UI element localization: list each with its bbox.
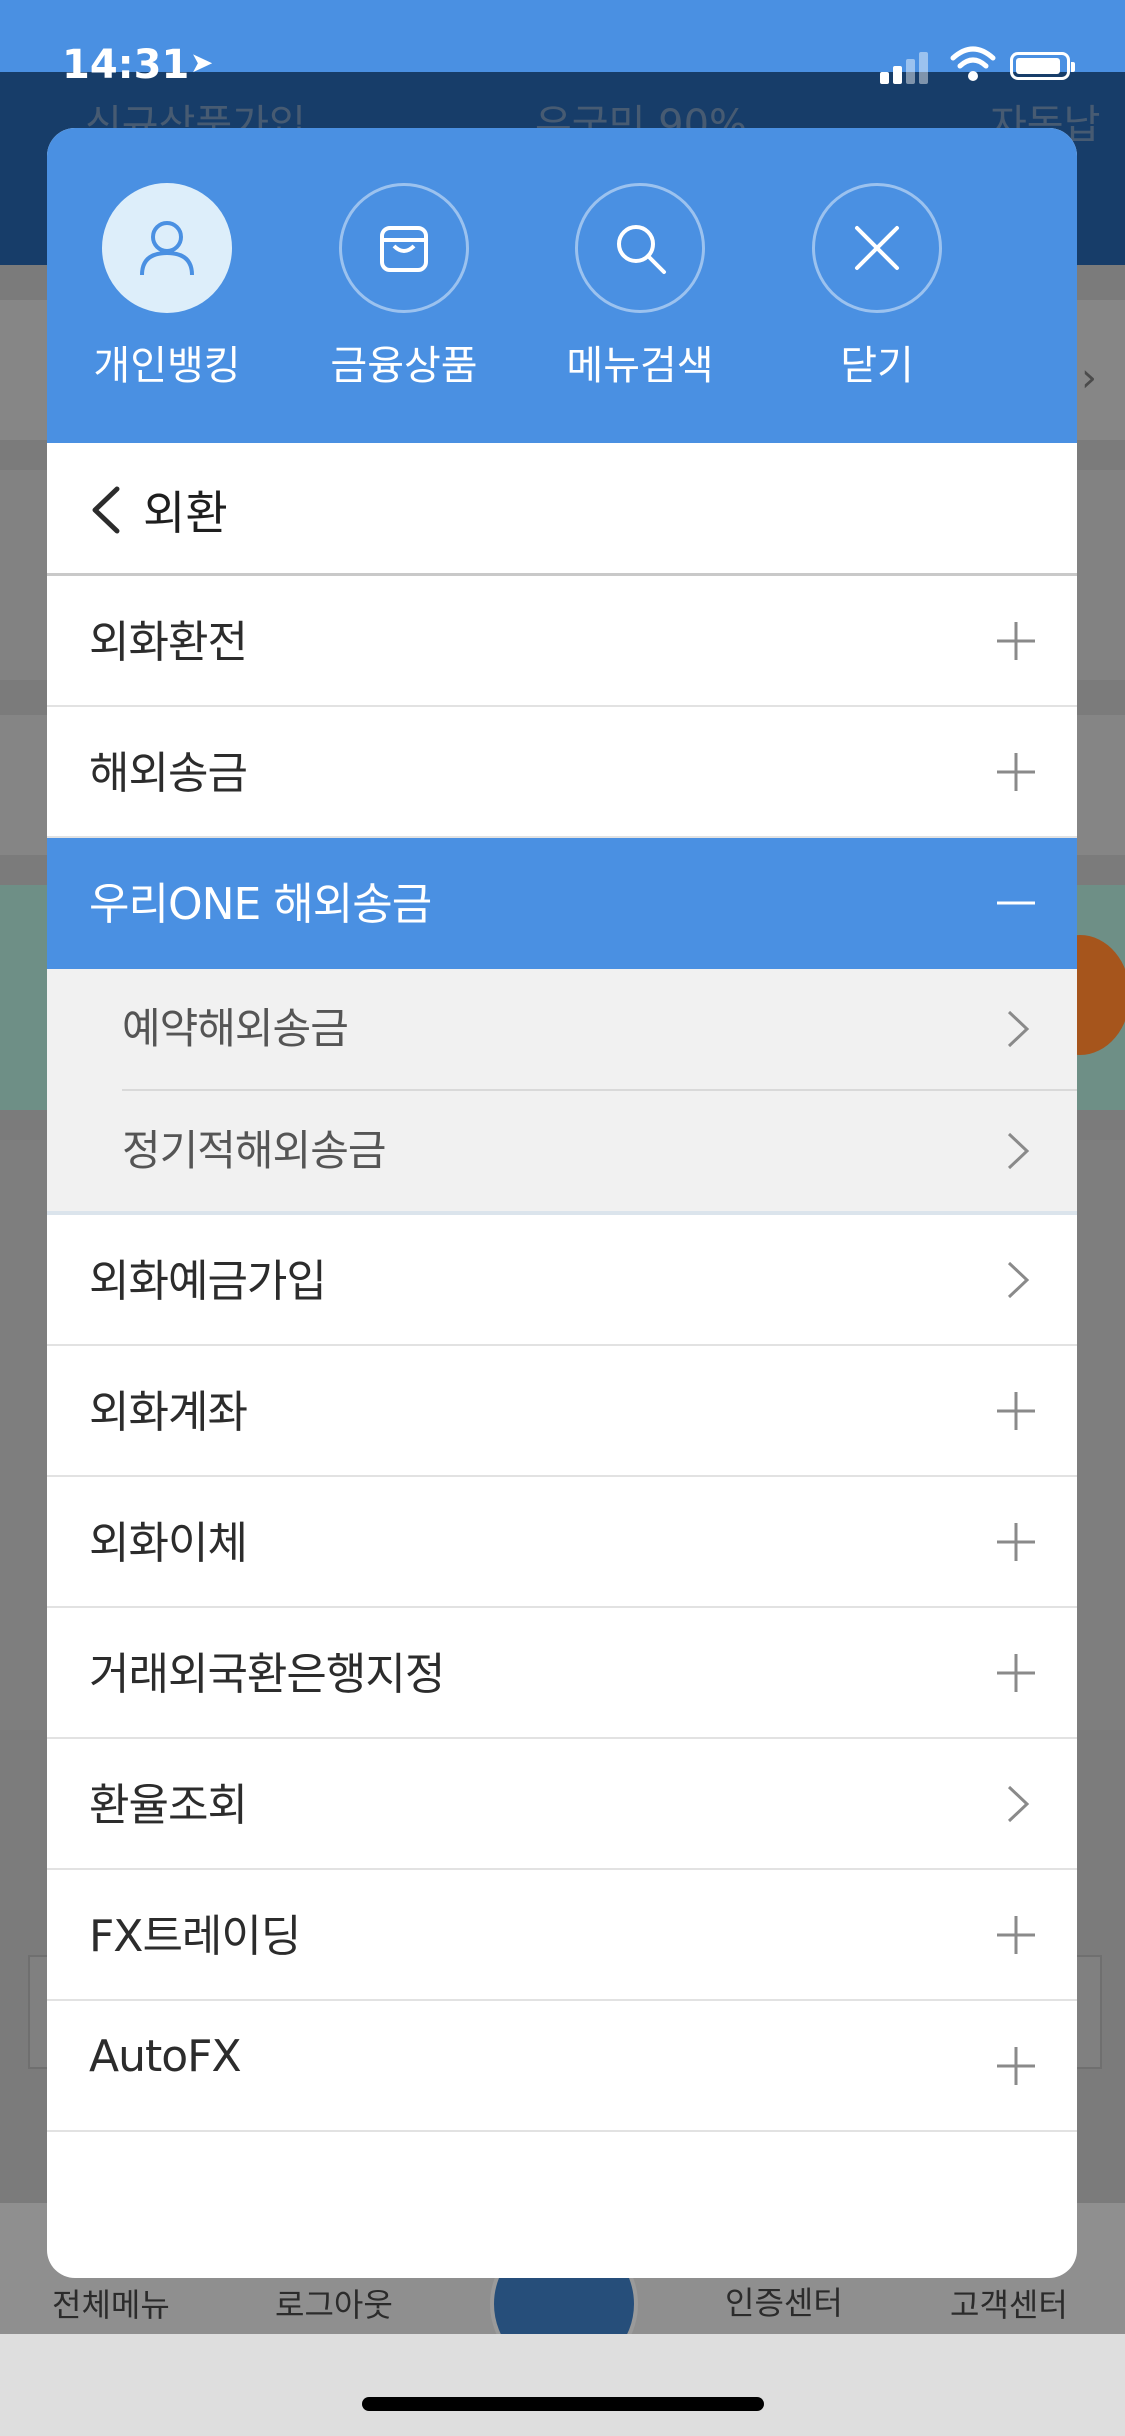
- minus-icon: [997, 901, 1035, 905]
- background-tab-label: 전체메뉴: [52, 2286, 170, 2324]
- financial-products-button[interactable]: 금융상품: [319, 183, 489, 391]
- menu-item-label: AutoFX: [89, 2031, 242, 2082]
- submenu-item-label: 정기적해외송금: [122, 1126, 386, 1175]
- close-button[interactable]: 닫기: [792, 183, 962, 391]
- home-indicator-area: [0, 2334, 1125, 2436]
- menu-search-button[interactable]: 메뉴검색: [555, 183, 725, 391]
- plus-icon: [997, 753, 1035, 791]
- location-arrow-icon: ➤: [190, 46, 214, 79]
- menu-list: 외화환전 해외송금 우리ONE 해외송금 예약해외송금 정기적해외송금 외화예금…: [47, 576, 1077, 2132]
- menu-item-foreign-account[interactable]: 외화계좌: [47, 1346, 1077, 1477]
- menu-item-fx-trading[interactable]: FX트레이딩: [47, 1870, 1077, 2001]
- menu-item-exchange[interactable]: 외화환전: [47, 576, 1077, 707]
- menu-modal: 개인뱅킹 금융상품 메뉴검색 닫기 외환 외화환전 해외송금 우리ONE 해외송…: [47, 128, 1077, 2278]
- menu-item-designated-bank[interactable]: 거래외국환은행지정: [47, 1608, 1077, 1739]
- chevron-right-icon: [1007, 1010, 1030, 1048]
- top-menu-label: 메뉴검색: [566, 343, 714, 389]
- plus-icon: [997, 622, 1035, 660]
- plus-icon: [997, 1916, 1035, 1954]
- chevron-right-icon: [1007, 1785, 1030, 1823]
- status-bar: 14:31 ➤: [0, 0, 1125, 88]
- plus-icon: [997, 1523, 1035, 1561]
- submenu-item-periodic-remittance[interactable]: 정기적해외송금: [122, 1089, 1077, 1211]
- chevron-right-icon: [1007, 1261, 1030, 1299]
- personal-banking-button[interactable]: 개인뱅킹: [82, 183, 252, 391]
- top-menu-label: 닫기: [840, 343, 914, 389]
- menu-item-label: 우리ONE 해외송금: [89, 879, 432, 930]
- background-chevron-icon: ›: [1081, 355, 1097, 401]
- back-chevron-icon[interactable]: [85, 485, 125, 535]
- submenu-group: 예약해외송금 정기적해외송금: [47, 969, 1077, 1215]
- menu-item-woori-one-remittance[interactable]: 우리ONE 해외송금: [47, 838, 1077, 969]
- menu-item-foreign-transfer[interactable]: 외화이체: [47, 1477, 1077, 1608]
- menu-item-label: 외화환전: [89, 617, 248, 668]
- submenu-item-label: 예약해외송금: [122, 1004, 349, 1053]
- person-icon: [140, 221, 194, 276]
- menu-item-label: 거래외국환은행지정: [89, 1649, 445, 1700]
- menu-item-label: 외화계좌: [89, 1387, 248, 1438]
- menu-item-label: 외화예금가입: [89, 1256, 327, 1307]
- close-icon: [855, 226, 899, 270]
- chevron-right-icon: [1007, 1132, 1030, 1170]
- cellular-signal-icon: [880, 50, 932, 84]
- menu-item-overseas-remittance[interactable]: 해외송금: [47, 707, 1077, 838]
- home-indicator[interactable]: [362, 2397, 764, 2411]
- menu-section-title: 외환: [143, 486, 228, 540]
- menu-item-autofx[interactable]: AutoFX: [47, 2001, 1077, 2132]
- plus-icon: [997, 2047, 1035, 2085]
- menu-item-foreign-deposit[interactable]: 외화예금가입: [47, 1215, 1077, 1346]
- wifi-icon: [950, 46, 996, 81]
- battery-icon: [1010, 52, 1075, 80]
- menu-nav-header: 외환: [47, 443, 1077, 576]
- background-tab-label: 고객센터: [950, 2286, 1068, 2324]
- background-tab-label: 인증센터: [725, 2284, 843, 2322]
- menu-item-label: FX트레이딩: [89, 1911, 301, 1962]
- status-time: 14:31: [62, 42, 190, 88]
- top-menu-label: 금융상품: [330, 343, 478, 389]
- shopping-bag-icon: [380, 226, 428, 272]
- plus-icon: [997, 1392, 1035, 1430]
- menu-item-exchange-rate[interactable]: 환율조회: [47, 1739, 1077, 1870]
- submenu-item-scheduled-remittance[interactable]: 예약해외송금: [122, 969, 1077, 1089]
- background-tab-label: 로그아웃: [275, 2286, 393, 2324]
- plus-icon: [997, 1654, 1035, 1692]
- top-menu-label: 개인뱅킹: [93, 343, 241, 389]
- search-icon: [617, 225, 666, 274]
- menu-item-label: 외화이체: [89, 1518, 248, 1569]
- menu-item-label: 환율조회: [89, 1780, 248, 1831]
- menu-item-label: 해외송금: [89, 748, 248, 799]
- modal-top-bar: 개인뱅킹 금융상품 메뉴검색 닫기: [47, 128, 1077, 443]
